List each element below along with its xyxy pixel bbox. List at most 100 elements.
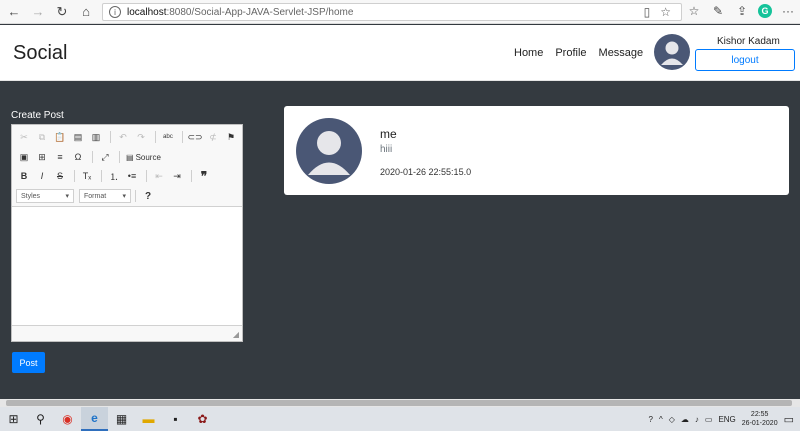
reading-view-icon[interactable]: ▯ — [644, 5, 651, 19]
blockquote-icon[interactable]: ❞ — [196, 168, 212, 184]
rich-text-editor: ✂ ⧉ 📋 ▤ ▥ ↶ ↷ ᵃᵇᶜ ⊂⊃ ⊄ ⚑ ▣ ⊞ ≡ Ω ⤢ ▤ Sour… — [11, 124, 243, 342]
paste-text-icon[interactable]: ▤ — [70, 129, 86, 145]
clock-date: 26-01-2020 — [741, 420, 778, 427]
dropbox-icon[interactable]: ◇ — [669, 415, 675, 424]
help-icon[interactable]: ? — [140, 188, 156, 204]
windows-start-icon[interactable]: ⊞ — [0, 407, 27, 431]
source-button[interactable]: ▤ Source — [124, 153, 163, 162]
toolbar-separator — [92, 151, 93, 163]
logout-button[interactable]: logout — [695, 49, 795, 71]
search-icon[interactable]: ⚲ — [27, 407, 54, 431]
cut-icon[interactable]: ✂ — [16, 129, 32, 145]
post-text: hiii — [380, 144, 393, 155]
browser-toolbar: ← → ↻ ⌂ i localhost:8080/Social-App-JAVA… — [0, 0, 800, 24]
create-post-title: Create Post — [11, 110, 64, 121]
link-icon[interactable]: ⊂⊃ — [187, 129, 203, 145]
clock-time: 22:55 — [750, 411, 769, 418]
username: Kishor Kadam — [717, 36, 780, 47]
system-tray: ? ^ ◇ ☁ ♪ ▭ ENG 22:55 26-01-2020 ▭ — [649, 407, 795, 431]
clock[interactable]: 22:55 26-01-2020 — [742, 410, 778, 428]
language-indicator[interactable]: ENG — [718, 415, 735, 424]
nav-links: Home Profile Message — [514, 47, 643, 59]
italic-icon[interactable]: I — [34, 168, 50, 184]
styles-label: Styles — [21, 192, 41, 200]
scrollbar-thumb[interactable] — [6, 400, 792, 406]
grammarly-icon[interactable]: G — [758, 4, 772, 18]
pen-icon[interactable]: ✎ — [710, 3, 726, 19]
image-icon[interactable]: ▣ — [16, 149, 32, 165]
terminal-icon[interactable]: ▪ — [162, 407, 189, 431]
redo-icon[interactable]: ↷ — [133, 129, 149, 145]
url-host: localhost — [127, 6, 167, 18]
unlink-icon[interactable]: ⊄ — [205, 129, 221, 145]
cloud-icon[interactable]: ☁ — [681, 415, 689, 424]
copy-icon[interactable]: ⧉ — [34, 129, 50, 145]
more-icon[interactable]: ··· — [780, 3, 796, 19]
table-icon[interactable]: ⊞ — [34, 149, 50, 165]
app-window-icon[interactable]: ▦ — [108, 407, 135, 431]
file-explorer-icon[interactable]: ▬ — [135, 407, 162, 431]
favorite-star-icon[interactable]: ☆ — [660, 5, 671, 19]
favorites-icon[interactable]: ☆ — [686, 3, 702, 19]
horizontal-line-icon[interactable]: ≡ — [52, 149, 68, 165]
post-button[interactable]: Post — [12, 352, 45, 373]
battery-icon[interactable]: ▭ — [705, 415, 713, 424]
chevron-up-icon[interactable]: ^ — [659, 415, 663, 424]
back-icon[interactable]: ← — [4, 2, 24, 22]
format-dropdown[interactable]: Format ▾ — [79, 189, 131, 203]
spellcheck-icon[interactable]: ᵃᵇᶜ — [160, 129, 176, 145]
source-label: Source — [135, 152, 161, 162]
special-char-icon[interactable]: Ω — [70, 149, 86, 165]
toolbar-separator — [101, 170, 102, 182]
notification-icon[interactable]: ▭ — [784, 413, 794, 426]
home-icon[interactable]: ⌂ — [76, 2, 96, 22]
nav-link-profile[interactable]: Profile — [555, 47, 586, 59]
forward-icon[interactable]: → — [28, 2, 48, 22]
anchor-flag-icon[interactable]: ⚑ — [223, 129, 239, 145]
address-bar[interactable]: i localhost:8080/Social-App-JAVA-Servlet… — [102, 3, 682, 21]
windows-taskbar: ⊞ ⚲ ◉ e ▦ ▬ ▪ ✿ ? ^ ◇ ☁ ♪ ▭ ENG 22:55 26… — [0, 407, 800, 431]
chrome-icon[interactable]: ◉ — [54, 407, 81, 431]
toolbar-separator — [155, 131, 156, 143]
post-card: me hiii 2020-01-26 22:55:15.0 — [284, 106, 789, 195]
editor-status-bar: ◢ — [12, 325, 242, 341]
post-author-avatar[interactable] — [296, 118, 362, 184]
numbered-list-icon[interactable]: ⒈ — [106, 168, 122, 184]
paste-word-icon[interactable]: ▥ — [88, 129, 104, 145]
share-icon[interactable]: ⇪ — [734, 3, 750, 19]
post-author[interactable]: me — [380, 127, 397, 141]
toolbar-separator — [110, 131, 111, 143]
chevron-down-icon: ▾ — [65, 193, 69, 200]
brand-title[interactable]: Social — [13, 42, 67, 65]
volume-icon[interactable]: ♪ — [695, 415, 699, 424]
source-icon: ▤ — [126, 152, 134, 162]
outdent-icon[interactable]: ⇤ — [151, 168, 167, 184]
refresh-icon[interactable]: ↻ — [52, 2, 72, 22]
post-date: 2020-01-26 22:55:15.0 — [380, 167, 472, 177]
strikethrough-icon[interactable]: S — [52, 168, 68, 184]
edge-icon[interactable]: e — [81, 407, 108, 431]
user-avatar[interactable] — [654, 34, 690, 70]
bold-icon[interactable]: B — [16, 168, 32, 184]
toolbar-separator — [182, 131, 183, 143]
styles-dropdown[interactable]: Styles ▾ — [16, 189, 74, 203]
format-label: Format — [84, 192, 107, 200]
chevron-down-icon: ▾ — [122, 193, 126, 200]
resize-grip-icon[interactable]: ◢ — [233, 330, 239, 339]
url-path: :8080/Social-App-JAVA-Servlet-JSP/home — [166, 6, 354, 18]
help-tray-icon[interactable]: ? — [649, 415, 653, 424]
undo-icon[interactable]: ↶ — [115, 129, 131, 145]
bulleted-list-icon[interactable]: •≡ — [124, 168, 140, 184]
app-icon[interactable]: ✿ — [189, 407, 216, 431]
info-icon[interactable]: i — [109, 6, 121, 18]
toolbar-separator — [135, 190, 136, 202]
maximize-icon[interactable]: ⤢ — [97, 149, 113, 165]
editor-content-area[interactable] — [12, 207, 242, 325]
paste-icon[interactable]: 📋 — [52, 129, 68, 145]
horizontal-scrollbar[interactable] — [0, 399, 800, 407]
nav-link-message[interactable]: Message — [599, 47, 644, 59]
editor-toolbar: ✂ ⧉ 📋 ▤ ▥ ↶ ↷ ᵃᵇᶜ ⊂⊃ ⊄ ⚑ ▣ ⊞ ≡ Ω ⤢ ▤ Sour… — [12, 125, 242, 207]
indent-icon[interactable]: ⇥ — [169, 168, 185, 184]
nav-link-home[interactable]: Home — [514, 47, 543, 59]
remove-format-icon[interactable]: Tₓ — [79, 168, 95, 184]
